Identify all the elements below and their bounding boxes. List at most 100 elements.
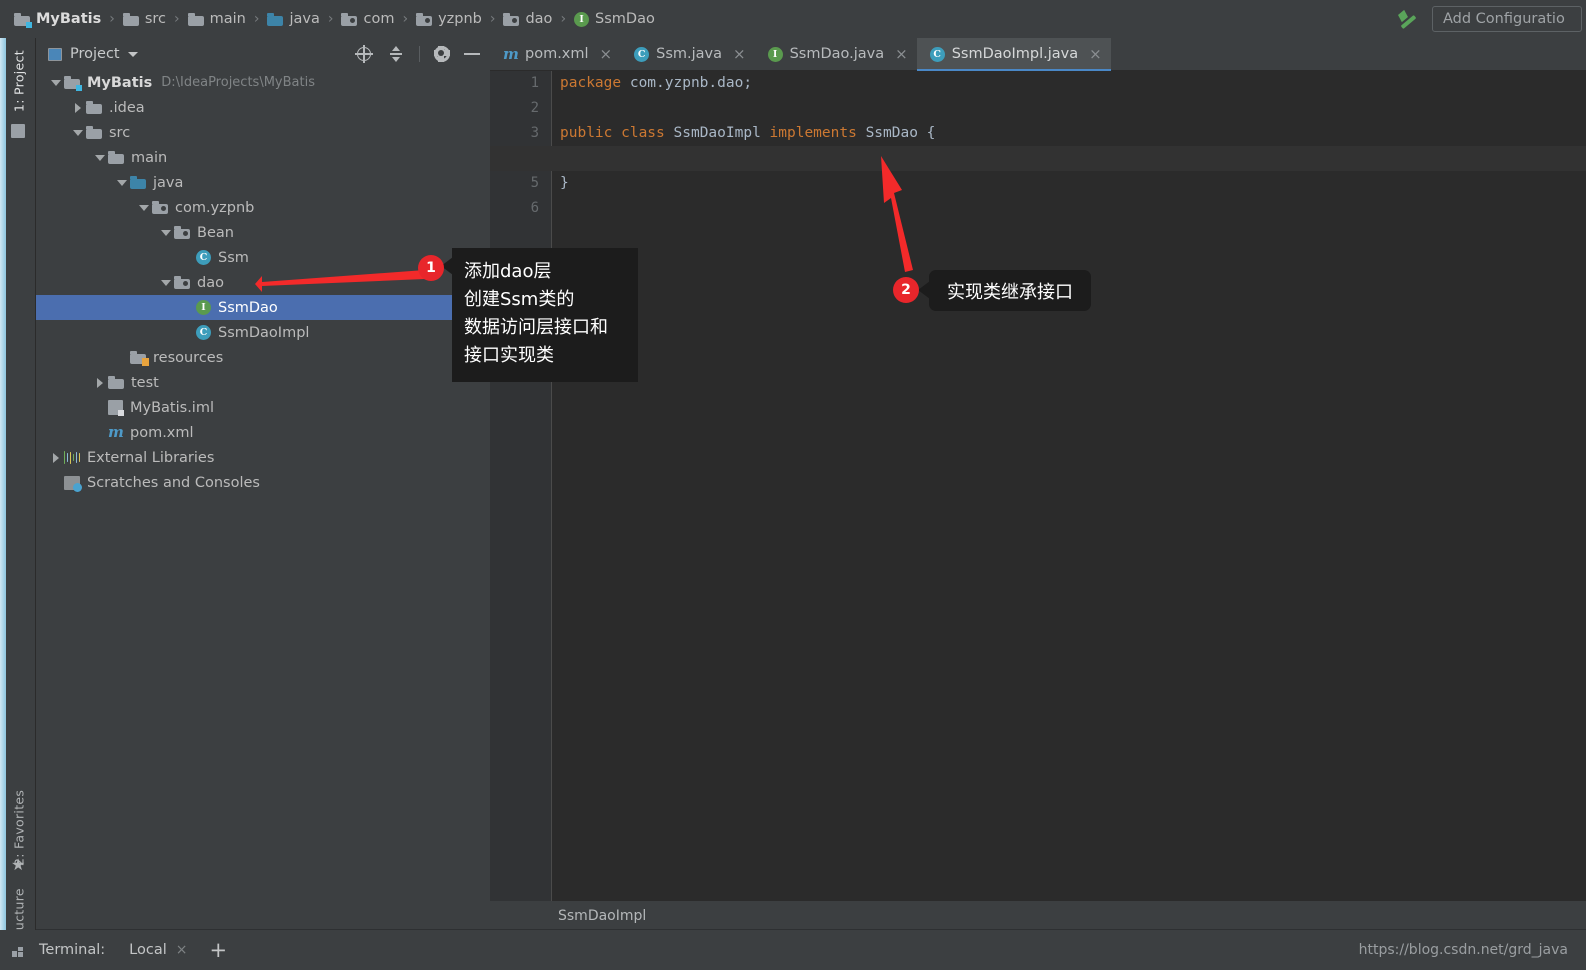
editor-tab-ssmdaoimpl-java[interactable]: C SsmDaoImpl.java ×: [916, 38, 1111, 71]
code-line[interactable]: [552, 96, 1586, 121]
chevron-down-icon[interactable]: [94, 152, 106, 164]
add-configuration-button[interactable]: Add Configuratio: [1432, 6, 1582, 32]
close-icon[interactable]: ×: [600, 46, 613, 62]
code-line[interactable]: public class SsmDaoImpl implements SsmDa…: [552, 121, 1586, 146]
code-content[interactable]: package com.yzpnb.dao; public class SsmD…: [552, 71, 1586, 901]
breadcrumb-separator: ›: [109, 11, 115, 27]
close-icon[interactable]: ×: [176, 942, 188, 958]
code-token: }: [560, 175, 569, 191]
chevron-down-icon[interactable]: [138, 202, 150, 214]
libraries-icon: [64, 451, 81, 465]
tree-row-dao[interactable]: dao: [36, 270, 490, 295]
minimize-icon[interactable]: [464, 53, 480, 55]
breadcrumb-label: com: [363, 11, 395, 27]
chevron-right-icon[interactable]: [72, 102, 84, 114]
module-folder-icon: [64, 76, 82, 91]
tree-row--idea[interactable]: .idea: [36, 95, 490, 120]
breadcrumb-item-src[interactable]: src: [122, 0, 166, 38]
code-token: com.yzpnb.dao;: [629, 75, 753, 91]
chevron-down-icon[interactable]: [50, 77, 62, 89]
interface-icon: I: [574, 11, 590, 27]
panel-header-buttons: [355, 45, 480, 63]
chevron-right-icon[interactable]: [50, 452, 62, 464]
tree-row-mybatis[interactable]: MyBatis D:\IdeaProjects\MyBatis: [36, 70, 490, 95]
locate-icon[interactable]: [355, 45, 373, 63]
tree-row-test[interactable]: test: [36, 370, 490, 395]
class-icon: C: [196, 325, 211, 340]
editor-tab-ssm-java[interactable]: C Ssm.java ×: [621, 38, 754, 70]
project-file-tree: MyBatis D:\IdeaProjects\MyBatis .idea src ma…: [36, 70, 490, 930]
chevron-down-icon[interactable]: [72, 127, 84, 139]
class-icon: C: [929, 46, 945, 62]
chevron-right-icon[interactable]: [94, 377, 106, 389]
package-folder-icon: [503, 12, 520, 26]
tree-row-bean[interactable]: Bean: [36, 220, 490, 245]
close-icon[interactable]: ×: [1089, 46, 1102, 62]
breadcrumb-item-java[interactable]: java: [267, 0, 320, 38]
bottom-status-bar: Terminal: Local × + https://blog.csdn.ne…: [0, 930, 1586, 970]
tree-row-mybatis-iml[interactable]: MyBatis.iml: [36, 395, 490, 420]
package-folder-icon: [174, 276, 190, 289]
close-icon[interactable]: ×: [733, 46, 746, 62]
collapse-all-icon[interactable]: [387, 45, 405, 63]
breadcrumb-label: SsmDao: [595, 11, 655, 27]
folder-icon: [187, 12, 204, 26]
tree-row-java[interactable]: java: [36, 170, 490, 195]
iml-file-icon: [108, 400, 124, 416]
tree-row-label: java: [153, 174, 184, 191]
tree-row-main[interactable]: main: [36, 145, 490, 170]
package-folder-icon: [416, 12, 433, 26]
tree-row-external-libraries[interactable]: External Libraries: [36, 445, 490, 470]
editor-tab-ssmdao-java[interactable]: I SsmDao.java ×: [755, 38, 917, 70]
breadcrumb-item-dao[interactable]: dao: [503, 0, 552, 38]
tree-row-ssm[interactable]: C Ssm: [36, 245, 490, 270]
terminal-session-local[interactable]: Local: [129, 942, 167, 958]
gear-icon[interactable]: [433, 45, 450, 62]
close-icon[interactable]: ×: [895, 46, 908, 62]
line-number: 6: [530, 200, 539, 216]
terminal-label[interactable]: Terminal:: [39, 942, 105, 958]
code-line[interactable]: [552, 196, 1586, 221]
interface-icon: I: [767, 46, 783, 62]
breadcrumb-item-main[interactable]: main: [187, 0, 246, 38]
breadcrumb-item-yzpnb[interactable]: yzpnb: [416, 0, 482, 38]
editor-tab-pom-xml[interactable]: m pom.xml ×: [490, 38, 621, 70]
code-line[interactable]: [552, 146, 1586, 171]
hammer-icon[interactable]: [1396, 6, 1422, 32]
breadcrumb-item-ssmdao[interactable]: I SsmDao: [574, 0, 655, 38]
breadcrumb-label: MyBatis: [36, 11, 102, 27]
folder-icon: [108, 151, 124, 164]
editor-tab-label: SsmDao.java: [789, 46, 885, 62]
breadcrumb-label: java: [289, 11, 320, 27]
editor-breadcrumb[interactable]: SsmDaoImpl: [558, 908, 646, 924]
class-icon: C: [196, 250, 211, 265]
chevron-down-icon[interactable]: [160, 277, 172, 289]
tree-row-src[interactable]: src: [36, 120, 490, 145]
class-icon: C: [634, 46, 650, 62]
tree-row-label: test: [131, 374, 159, 391]
chevron-down-icon[interactable]: [127, 51, 138, 57]
breadcrumb-item-mybatis[interactable]: MyBatis: [14, 0, 101, 38]
code-editor[interactable]: 1 2 3 4 5 6 package com.yzpnb.dao; public cla…: [490, 71, 1586, 901]
add-terminal-button[interactable]: +: [210, 939, 228, 961]
line-number: 4: [490, 146, 551, 171]
package-folder-icon: [174, 226, 190, 239]
code-line[interactable]: }: [552, 171, 1586, 196]
chevron-down-icon[interactable]: [160, 227, 172, 239]
chevron-down-icon[interactable]: [116, 177, 128, 189]
tree-row-scratches-and-consoles[interactable]: Scratches and Consoles: [36, 470, 490, 495]
sidebar-item-project[interactable]: 1: Project: [4, 44, 34, 118]
breadcrumb-item-com[interactable]: com: [341, 0, 394, 38]
editor-area: m pom.xml × C Ssm.java × I SsmDao.java × C SsmDaoI…: [490, 38, 1586, 930]
tree-row-pom-xml[interactable]: m pom.xml: [36, 420, 490, 445]
code-line[interactable]: package com.yzpnb.dao;: [552, 71, 1586, 96]
tree-row-ssmdao[interactable]: I SsmDao: [36, 295, 490, 320]
tree-row-resources[interactable]: resources: [36, 345, 490, 370]
line-number: 1: [530, 75, 539, 91]
breadcrumb-label: main: [209, 11, 246, 27]
tree-row-com-yzpnb[interactable]: com.yzpnb: [36, 195, 490, 220]
tree-row-ssmdaoimpl[interactable]: C SsmDaoImpl: [36, 320, 490, 345]
